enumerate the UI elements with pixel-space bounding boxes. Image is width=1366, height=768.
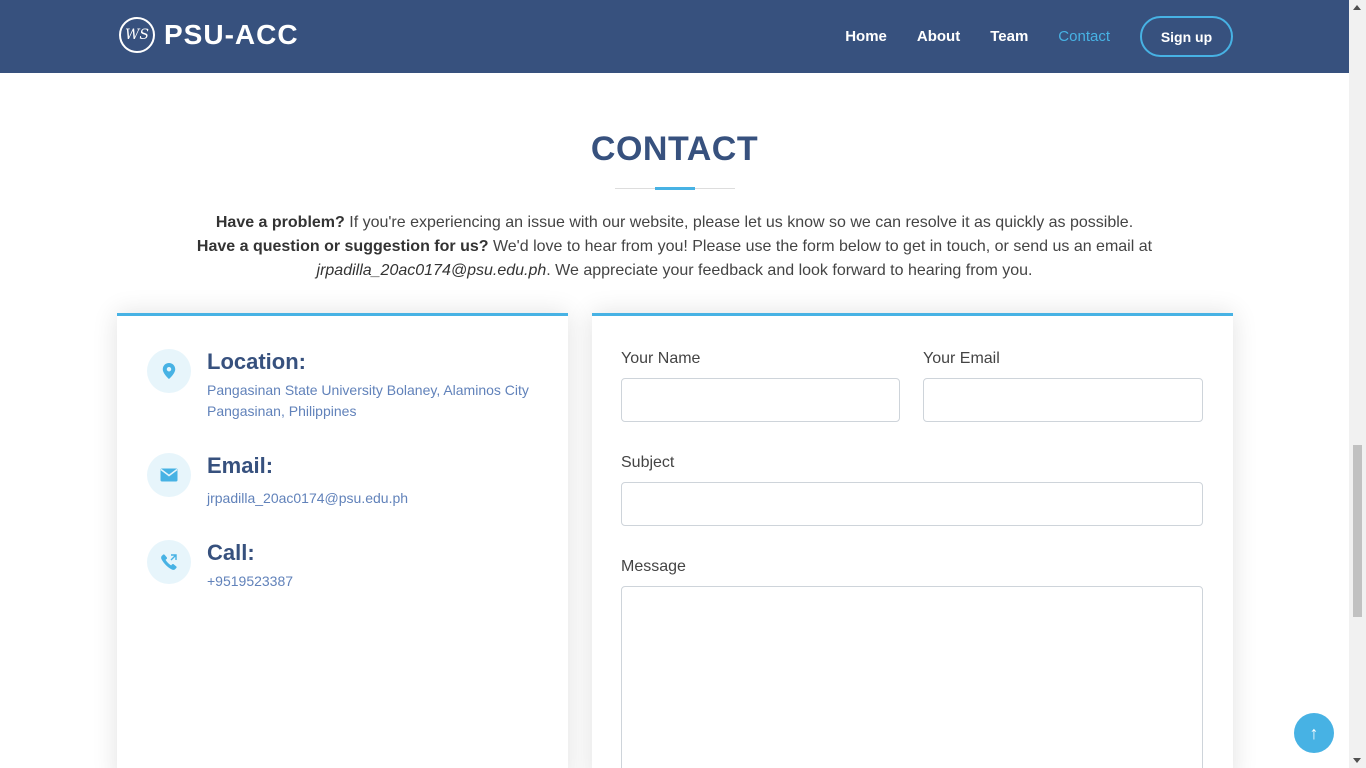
call-title: Call: [207, 540, 255, 565]
contact-form-card: Your Name Your Email Subject Message [592, 313, 1233, 768]
site-header: WS PSU-ACC Home About Team Contact Sign … [0, 0, 1349, 73]
contact-heading: CONTACT [590, 130, 759, 168]
section-title: CONTACT [0, 130, 1349, 169]
arrow-up-icon: ↑ [1309, 722, 1319, 743]
main-nav: Home About Team Contact Sign up [815, 0, 1233, 73]
scroll-down-arrow-icon[interactable] [1353, 758, 1361, 763]
message-textarea[interactable] [621, 586, 1203, 768]
email-title: Email: [207, 453, 274, 478]
contact-intro: Have a problem? If you're experiencing a… [150, 211, 1199, 283]
back-to-top-button[interactable]: ↑ [1294, 713, 1334, 753]
phone-icon [147, 540, 191, 584]
intro-suggestion-text: We'd love to hear from you! Please use t… [488, 238, 1153, 255]
title-accent-bar [655, 187, 695, 190]
logo-mark-icon: WS [119, 17, 155, 53]
intro-problem-text: If you're experiencing an issue with our… [344, 214, 1134, 231]
logo-text: PSU-ACC [164, 19, 299, 50]
intro-closing-text: . We appreciate your feedback and look f… [546, 262, 1033, 279]
signup-button[interactable]: Sign up [1140, 16, 1233, 57]
subject-label: Subject [621, 454, 675, 471]
intro-problem-question: Have a problem? [215, 214, 345, 231]
email-input[interactable] [923, 378, 1203, 422]
logo[interactable]: WS PSU-ACC [119, 17, 299, 53]
map-pin-icon [147, 349, 191, 393]
nav-contact[interactable]: Contact [1058, 28, 1110, 45]
message-label: Message [621, 558, 686, 575]
nav-team[interactable]: Team [990, 28, 1028, 45]
envelope-icon [147, 453, 191, 497]
intro-suggestion-question: Have a question or suggestion for us? [196, 238, 489, 255]
name-input[interactable] [621, 378, 900, 422]
subject-input[interactable] [621, 482, 1203, 526]
call-text[interactable]: +9519523387 [207, 571, 547, 592]
email-label: Your Email [923, 350, 1000, 367]
page-scrollbar[interactable] [1349, 0, 1366, 768]
email-text[interactable]: jrpadilla_20ac0174@psu.edu.ph [207, 488, 547, 509]
nav-home[interactable]: Home [845, 28, 887, 45]
contact-info-card: Location: Pangasinan State University Bo… [117, 313, 568, 768]
location-text: Pangasinan State University Bolaney, Ala… [207, 382, 529, 419]
intro-email: jrpadilla_20ac0174@psu.edu.ph [316, 262, 547, 279]
name-label: Your Name [621, 350, 701, 367]
nav-about[interactable]: About [917, 28, 960, 45]
scroll-thumb[interactable] [1353, 445, 1362, 617]
scroll-up-arrow-icon[interactable] [1353, 5, 1361, 10]
location-title: Location: [207, 349, 306, 374]
